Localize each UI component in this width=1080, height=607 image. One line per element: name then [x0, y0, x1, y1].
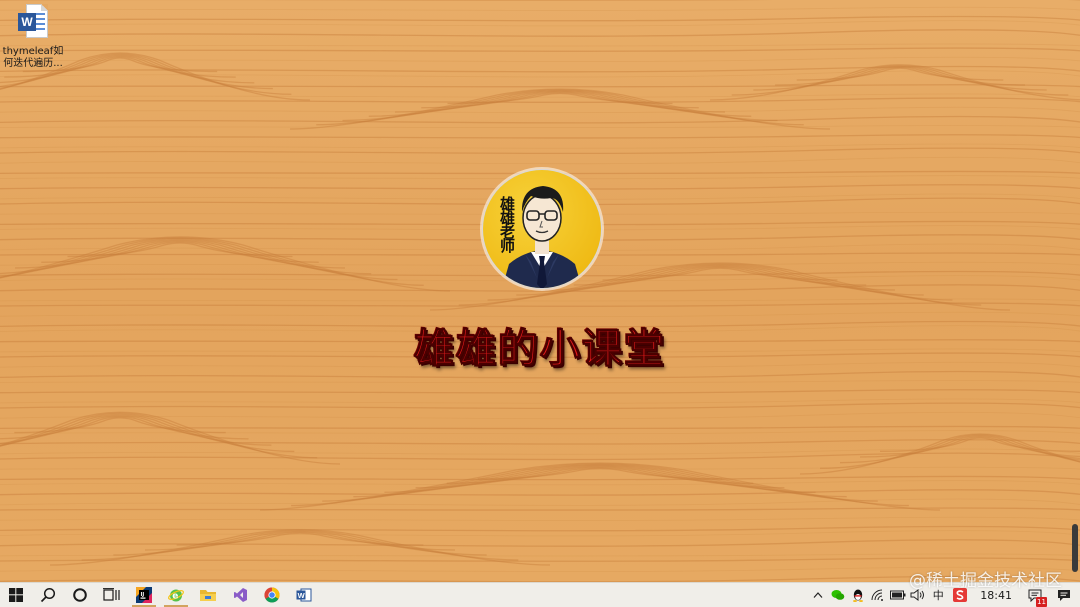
taskbar-app-chrome[interactable]: [256, 583, 288, 607]
word-icon: W: [296, 588, 312, 602]
battery-icon: [890, 590, 906, 600]
cortana-circle-icon: [73, 588, 87, 602]
tray-battery[interactable]: [888, 583, 908, 607]
wechat-icon: [831, 590, 845, 600]
tray-overflow-button[interactable]: [808, 583, 828, 607]
word-app-badge: W: [18, 13, 36, 31]
file-explorer-icon: [200, 590, 216, 601]
internet-explorer-icon: e: [168, 589, 184, 602]
desktop-icon-label: thymeleaf如何迭代遍历...: [2, 46, 64, 69]
cortana-button[interactable]: [64, 583, 96, 607]
start-button[interactable]: [0, 583, 32, 607]
task-view-button[interactable]: [96, 583, 128, 607]
task-view-icon: [103, 588, 120, 601]
chevron-up-icon: [813, 592, 823, 598]
brand-title: 雄雄的小课堂: [414, 326, 666, 373]
wifi-icon: [871, 589, 884, 601]
tray-wechat[interactable]: [828, 583, 848, 607]
desktop-icon-word-doc[interactable]: W thymeleaf如何迭代遍历...: [0, 4, 66, 70]
tray-wifi[interactable]: [868, 583, 888, 607]
taskbar-app-explorer[interactable]: [192, 583, 224, 607]
search-icon: [40, 587, 56, 603]
qq-penguin-icon: [853, 589, 864, 602]
search-button[interactable]: [32, 583, 64, 607]
chrome-icon: [264, 587, 280, 603]
taskbar-app-word[interactable]: W: [288, 583, 320, 607]
word-document-icon: W: [16, 4, 50, 42]
edge-scrollbar[interactable]: [1072, 524, 1078, 572]
avatar-text: 雄雄老师: [498, 195, 516, 254]
windows-start-icon: [9, 588, 23, 602]
notification-count-badge: 11: [1036, 597, 1047, 607]
taskbar-app-visual-studio[interactable]: [224, 583, 256, 607]
svg-text:W: W: [298, 591, 306, 600]
watermark: @稀土掘金技术社区: [909, 571, 1062, 591]
avatar-logo: 雄雄老师: [479, 166, 605, 292]
svg-text:e: e: [172, 592, 178, 602]
taskbar-app-ie[interactable]: e: [160, 583, 192, 607]
tray-qq[interactable]: [848, 583, 868, 607]
svg-text:IJ: IJ: [141, 592, 145, 598]
desktop[interactable]: W thymeleaf如何迭代遍历... 雄雄老师 雄雄的小课堂: [0, 0, 1080, 582]
visual-studio-icon: [234, 588, 247, 602]
taskbar-app-intellij[interactable]: IJ: [128, 583, 160, 607]
intellij-idea-icon: IJ: [136, 587, 152, 603]
